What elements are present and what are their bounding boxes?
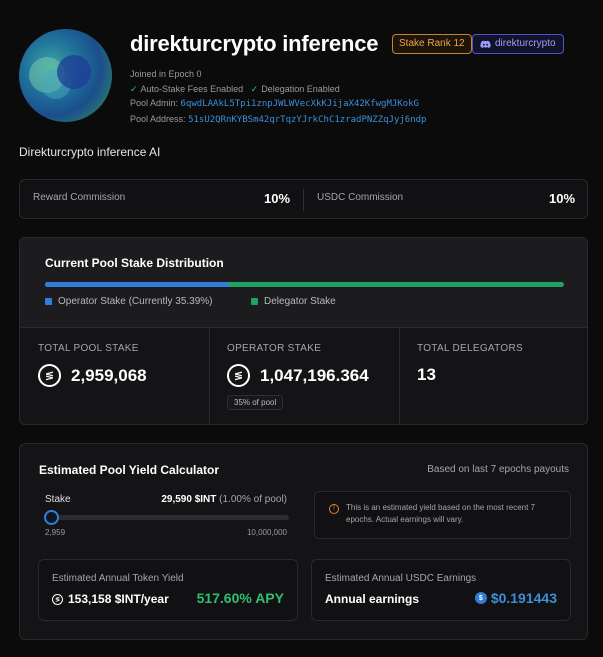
check-icon: ✓ [250, 84, 259, 94]
token-yield-value: 153,158 $INT/year [68, 592, 169, 606]
total-delegators-value: 13 [417, 365, 436, 384]
pool-title: direkturcrypto inference [130, 31, 379, 56]
stake-rank-badge: Stake Rank 12 [392, 34, 472, 54]
info-icon: ! [329, 504, 339, 514]
yield-note: Based on last 7 epochs payouts [427, 464, 569, 475]
discord-handle: direkturcrypto [495, 38, 556, 49]
delegation-flag: Delegation Enabled [261, 84, 340, 94]
operator-stake-row: ≶ 1,047,196.364 [227, 364, 369, 387]
slider-max-label: 10,000,000 [246, 528, 287, 537]
pool-address[interactable]: 51sU2QRnKYBSm42qrTqzYJrkChC1zradPNZZqJyj… [188, 115, 426, 125]
usdc-commission-value: 10% [549, 191, 576, 206]
stake-slider-handle[interactable] [44, 510, 60, 525]
operator-pct-tag: 35% of pool [227, 395, 284, 410]
token-icon: ≶ [227, 364, 250, 387]
commission-divider [303, 189, 304, 211]
check-icon: ✓ [130, 84, 138, 94]
token-icon: ≶ [38, 364, 61, 387]
total-pool-stake-label: TOTAL POOL STAKE [38, 343, 139, 354]
stake-value: 29,590 $INT [161, 494, 217, 505]
operator-swatch [45, 298, 52, 305]
joined-epoch: Joined in Epoch 0 [130, 69, 202, 79]
yield-title: Estimated Pool Yield Calculator [39, 463, 220, 477]
usdc-earnings-value: $0.191443 [490, 590, 557, 606]
pool-admin-address[interactable]: 6qwdLAAkL5Tpi1znpJWLWVecXkKJijaX42KfwgMJ… [181, 99, 419, 109]
operator-legend-label: Operator Stake (Currently 35.39%) [58, 296, 213, 307]
distribution-title: Current Pool Stake Distribution [45, 256, 224, 270]
total-pool-stake-row: ≶ 2,959,068 [38, 364, 147, 387]
token-yield-card: Estimated Annual Token Yield ≶ 153,158 $… [38, 559, 298, 621]
reward-commission-value: 10% [264, 191, 291, 206]
usdc-earnings-label: Estimated Annual USDC Earnings [325, 573, 477, 584]
stake-distribution-panel: Current Pool Stake Distribution Operator… [19, 237, 588, 425]
token-icon: ≶ [52, 593, 63, 605]
operator-legend: Operator Stake (Currently 35.39%) [45, 296, 213, 307]
usdc-earnings-sub: Annual earnings [325, 592, 420, 606]
stake-amount: 29,590 $INT (1.00% of pool) [161, 494, 287, 505]
estimate-info-box: ! This is an estimated yield based on th… [314, 491, 571, 539]
discord-icon [480, 40, 491, 48]
pool-admin-row: Pool Admin: 6qwdLAAkL5Tpi1znpJWLWVecXkKJ… [130, 98, 419, 109]
operator-stake-stat: OPERATOR STAKE ≶ 1,047,196.364 35% of po… [209, 328, 399, 424]
apy-value: 517.60% APY [196, 590, 284, 606]
total-pool-stake-stat: TOTAL POOL STAKE ≶ 2,959,068 [20, 328, 209, 424]
delegator-swatch [251, 298, 258, 305]
pool-description: Direkturcrypto inference AI [19, 145, 161, 159]
pool-admin-label: Pool Admin: [130, 98, 179, 108]
pool-address-label: Pool Address: [130, 114, 186, 124]
commission-panel: Reward Commission 10% USDC Commission 10… [19, 179, 588, 219]
usdc-earnings-card: Estimated Annual USDC Earnings Annual ea… [311, 559, 571, 621]
slider-min-label: 2,959 [45, 528, 66, 537]
total-pool-stake-value: 2,959,068 [71, 365, 147, 385]
distribution-header: Current Pool Stake Distribution Operator… [20, 238, 587, 328]
token-yield-row: ≶ 153,158 $INT/year [52, 592, 169, 606]
yield-calculator-panel: Estimated Pool Yield Calculator Based on… [19, 443, 588, 640]
usdc-earnings-row: $ $0.191443 [474, 590, 557, 606]
feature-flags: ✓ Auto-Stake Fees Enabled ✓ Delegation Ena… [130, 84, 340, 95]
pool-address-row: Pool Address: 51sU2QRnKYBSm42qrTqzYJrkCh… [130, 114, 426, 125]
stake-label: Stake [45, 494, 71, 505]
discord-link[interactable]: direkturcrypto [472, 34, 564, 54]
usdc-icon: $ [474, 592, 487, 604]
pool-avatar [19, 29, 112, 122]
operator-stake-label: OPERATOR STAKE [227, 343, 322, 354]
operator-stake-fill [45, 282, 229, 287]
usdc-commission-label: USDC Commission [317, 192, 404, 203]
estimate-info-text: This is an estimated yield based on the … [346, 503, 535, 524]
token-yield-label: Estimated Annual Token Yield [52, 573, 184, 584]
total-delegators-label: TOTAL DELEGATORS [417, 343, 523, 354]
auto-stake-flag: Auto-Stake Fees Enabled [140, 84, 244, 94]
total-delegators-stat: TOTAL DELEGATORS 13 [399, 328, 587, 424]
stake-slider-track[interactable] [51, 515, 289, 520]
delegator-legend-label: Delegator Stake [264, 296, 336, 307]
stake-percent: (1.00% of pool) [219, 494, 287, 505]
distribution-bar [45, 282, 564, 287]
reward-commission-label: Reward Commission [33, 192, 126, 203]
delegator-legend: Delegator Stake [251, 296, 336, 307]
operator-stake-value: 1,047,196.364 [260, 365, 369, 385]
